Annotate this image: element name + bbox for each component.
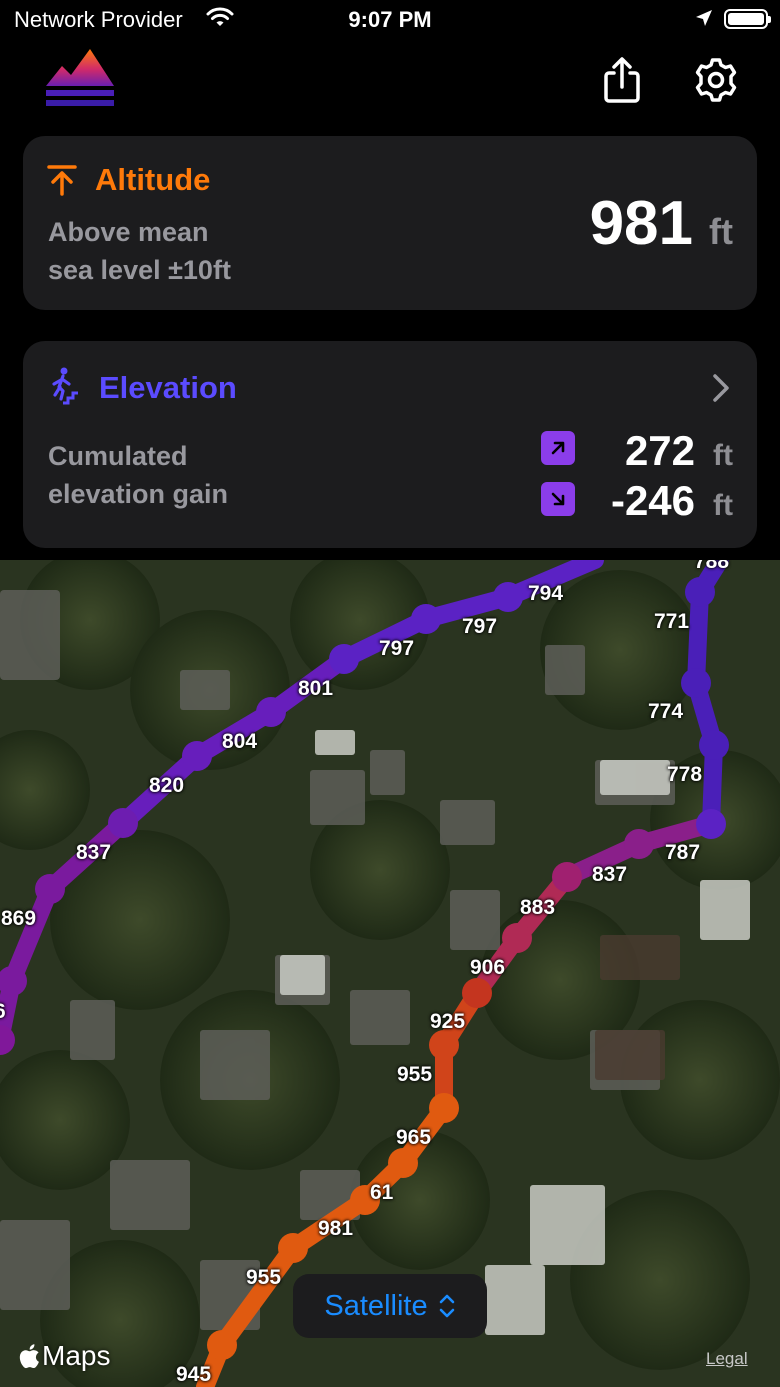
- track-point-label: 820: [149, 774, 185, 797]
- mountain-logo-icon: [44, 44, 116, 112]
- maps-label: Maps: [42, 1340, 111, 1371]
- apple-logo-icon: [19, 1344, 39, 1369]
- altitude-value: 981: [589, 189, 694, 258]
- altitude-title: Altitude: [95, 162, 211, 197]
- altitude-card: Altitude Above mean sea level ±10ft 981 …: [23, 136, 757, 310]
- track-point-label: 771: [654, 610, 690, 633]
- clock-time: 9:07 PM: [348, 7, 432, 32]
- track-point-label: 787: [665, 841, 701, 864]
- track-point-label: 965: [396, 1126, 432, 1149]
- track-point-label: 61: [370, 1181, 394, 1204]
- altitude-subtitle-line1: Above mean: [48, 217, 209, 247]
- altitude-readout: 981 ft: [590, 188, 733, 259]
- elevation-title: Elevation: [99, 370, 237, 405]
- altitude-subtitle-line2: sea level ±10ft: [48, 255, 231, 285]
- altitude-unit: ft: [709, 211, 733, 252]
- gear-icon: [695, 58, 737, 102]
- battery-icon: [724, 9, 771, 29]
- track-point-label: 925: [430, 1010, 466, 1033]
- track-point-label: 955: [246, 1266, 282, 1289]
- track-point-label: 804: [222, 730, 258, 753]
- arrow-down-right-icon: [541, 482, 575, 516]
- track-point-label: 981: [318, 1217, 354, 1240]
- track-labels: 788 771 774 778 787 837 883 906 925 955 965 61 981 95…: [0, 560, 780, 1387]
- track-point-label: 788: [694, 560, 730, 573]
- location-arrow-icon: [694, 8, 714, 33]
- arrow-up-to-line-icon: [47, 164, 77, 201]
- track-point-label: 837: [592, 863, 628, 886]
- track-point-label: 906: [470, 956, 506, 979]
- satellite-map[interactable]: 788 771 774 778 787 837 883 906 925 955 965 61 981 95…: [0, 560, 780, 1387]
- status-bar: Network Provider 9:07 PM: [0, 0, 780, 44]
- legal-link[interactable]: Legal: [706, 1349, 748, 1369]
- elevation-loss-value: -246: [610, 477, 696, 524]
- track-point-label: 778: [667, 763, 703, 786]
- track-point-label: 883: [520, 896, 556, 919]
- elevation-gain-unit: ft: [713, 439, 733, 472]
- track-point-label: 801: [298, 677, 334, 700]
- elevation-gain-value: 272: [624, 427, 696, 474]
- track-point-label: 945: [176, 1363, 212, 1386]
- elevation-subtitle-line1: Cumulated: [48, 441, 188, 471]
- track-point-label: 774: [648, 700, 684, 723]
- track-point-label: 797: [462, 615, 498, 638]
- maps-attribution: Maps: [18, 1340, 110, 1372]
- settings-button[interactable]: [692, 54, 740, 106]
- track-point-label: 869: [1, 907, 37, 930]
- arrow-up-right-icon: [541, 431, 575, 465]
- map-type-label: Satellite: [324, 1289, 428, 1322]
- elevation-subtitle-line2: elevation gain: [48, 479, 229, 509]
- track-point-label: 837: [76, 841, 112, 864]
- share-button[interactable]: [598, 54, 646, 106]
- elevation-loss-readout: -246 ft: [611, 477, 733, 525]
- track-point-label: 955: [397, 1063, 433, 1086]
- chevron-up-down-icon: [439, 1294, 454, 1318]
- map-type-selector[interactable]: Satellite: [293, 1274, 487, 1338]
- track-point-label: 797: [379, 637, 415, 660]
- elevation-gain-readout: 272 ft: [625, 427, 733, 475]
- hiker-stairs-icon: [49, 367, 79, 410]
- chevron-right-icon[interactable]: [711, 373, 731, 408]
- track-point-label: 794: [528, 582, 564, 605]
- elevation-loss-unit: ft: [713, 489, 733, 522]
- elevation-card[interactable]: Elevation Cumulated elevation gain 272 f…: [23, 341, 757, 548]
- track-point-label: 6: [0, 1000, 6, 1024]
- share-icon: [604, 57, 640, 103]
